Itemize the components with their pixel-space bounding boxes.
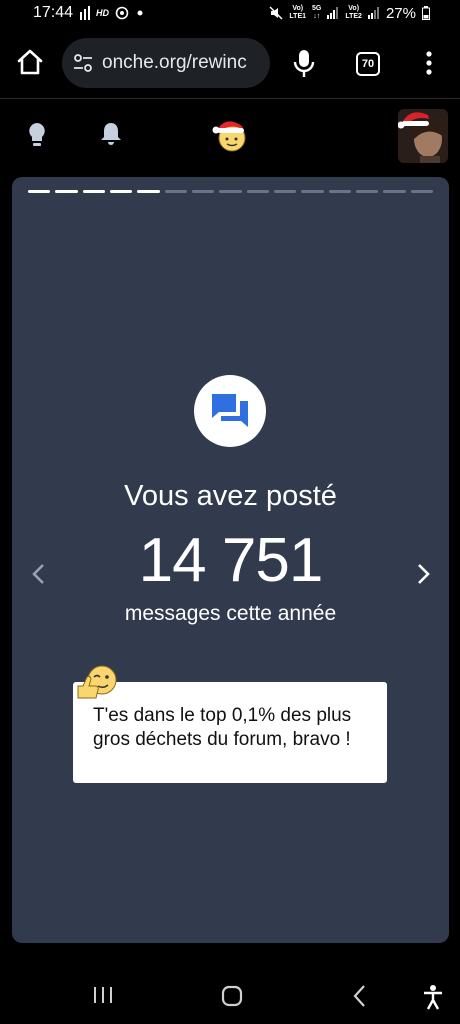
signal-1-icon bbox=[327, 7, 339, 19]
tune-icon[interactable] bbox=[72, 52, 94, 74]
progress-segment bbox=[328, 190, 351, 193]
rewind-card[interactable]: Vous avez posté 14 751 messages cette an… bbox=[12, 177, 449, 943]
progress-segment bbox=[109, 190, 133, 193]
url-text[interactable]: onche.org/rewinc bbox=[102, 52, 247, 74]
battery-percent: 27% bbox=[385, 4, 416, 22]
mute-icon bbox=[269, 6, 283, 20]
accessibility-icon[interactable] bbox=[422, 984, 444, 1010]
progress-segment bbox=[383, 190, 406, 193]
volte-1-label: Vo) LTE1 bbox=[289, 5, 307, 20]
chat-icon-circle bbox=[194, 375, 266, 447]
tab-switcher-button[interactable]: 70 bbox=[356, 52, 380, 76]
message-count: 14 751 bbox=[138, 526, 324, 595]
stat-subline: messages cette année bbox=[124, 602, 337, 625]
progress-segment bbox=[246, 190, 269, 193]
progress-segment bbox=[82, 190, 105, 193]
bell-icon[interactable] bbox=[99, 121, 123, 147]
progress-segment bbox=[137, 190, 160, 193]
signal-2-icon bbox=[367, 7, 379, 19]
system-nav-bar bbox=[0, 960, 460, 1024]
comment-bubble: T'es dans le top 0,1% des plus gros déch… bbox=[73, 682, 387, 783]
hd-badge: HD bbox=[96, 8, 109, 18]
home-icon[interactable] bbox=[14, 46, 46, 78]
browser-toolbar: onche.org/rewinc 70 bbox=[0, 28, 460, 99]
progress-segment bbox=[410, 190, 433, 193]
chevron-left-icon[interactable] bbox=[29, 562, 49, 586]
progress-segment bbox=[301, 190, 324, 193]
stat-headline: Vous avez posté bbox=[124, 480, 337, 512]
lightbulb-icon[interactable] bbox=[26, 121, 48, 149]
dot-icon bbox=[137, 10, 143, 16]
home-nav-icon[interactable] bbox=[221, 985, 243, 1007]
sync-icon bbox=[115, 6, 129, 20]
chevron-right-icon[interactable] bbox=[413, 562, 433, 586]
status-left-icons: HD bbox=[80, 5, 145, 21]
progress-segment bbox=[164, 190, 187, 193]
thumbs-up-wink-emoji bbox=[77, 665, 117, 699]
signal-bars-icon bbox=[80, 6, 90, 20]
mic-icon[interactable] bbox=[290, 48, 318, 78]
progress-segment bbox=[191, 190, 215, 193]
more-vert-icon[interactable] bbox=[420, 50, 438, 76]
net-5g-label: 5G ↓↑ bbox=[312, 5, 322, 20]
story-progress-bar bbox=[28, 190, 433, 193]
back-nav-icon[interactable] bbox=[352, 984, 368, 1008]
santa-smiley-icon[interactable] bbox=[212, 116, 248, 152]
volte-2-label: Vo) LTE2 bbox=[345, 5, 362, 20]
progress-segment bbox=[28, 190, 51, 193]
status-time: 17:44 bbox=[33, 4, 74, 21]
status-bar: 17:44 HD Vo) LTE1 5G ↓↑ Vo) LTE2 27% bbox=[0, 0, 460, 28]
avatar[interactable] bbox=[398, 109, 448, 163]
battery-icon bbox=[422, 6, 430, 20]
comment-text: T'es dans le top 0,1% des plus gros déch… bbox=[93, 705, 352, 750]
progress-segment bbox=[219, 190, 242, 193]
address-bar[interactable]: onche.org/rewinc bbox=[62, 38, 270, 88]
forum-chat-icon bbox=[212, 394, 248, 427]
progress-segment bbox=[55, 190, 78, 193]
progress-segment bbox=[355, 190, 379, 193]
status-right-icons: Vo) LTE1 5G ↓↑ Vo) LTE2 27% bbox=[269, 4, 430, 22]
recent-apps-icon[interactable] bbox=[92, 985, 114, 1005]
progress-segment bbox=[273, 190, 297, 193]
